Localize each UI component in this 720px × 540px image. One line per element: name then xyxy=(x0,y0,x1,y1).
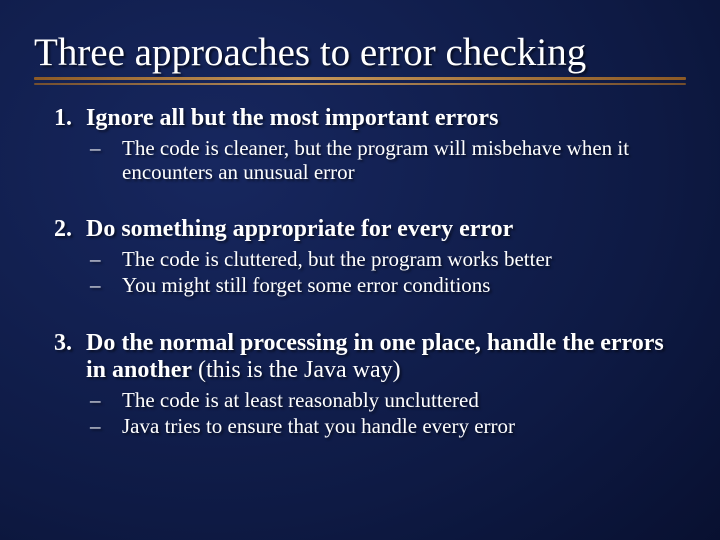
sub-list: The code is cleaner, but the program wil… xyxy=(86,136,686,184)
sub-item: Java tries to ensure that you handle eve… xyxy=(90,414,686,438)
list-item: Ignore all but the most important errors… xyxy=(78,105,686,184)
slide-title: Three approaches to error checking xyxy=(34,30,686,75)
sub-list: The code is cluttered, but the program w… xyxy=(86,247,686,297)
item-paren: (this is the Java way) xyxy=(192,357,401,383)
item-heading: Do something appropriate for every error xyxy=(86,216,513,242)
sub-item: You might still forget some error condit… xyxy=(90,273,686,297)
sub-item: The code is cleaner, but the program wil… xyxy=(90,136,686,184)
sub-item: The code is cluttered, but the program w… xyxy=(90,247,686,271)
slide: Three approaches to error checking Ignor… xyxy=(0,0,720,540)
sub-list: The code is at least reasonably unclutte… xyxy=(86,388,686,438)
list-item: Do the normal processing in one place, h… xyxy=(78,330,686,438)
sub-item: The code is at least reasonably unclutte… xyxy=(90,388,686,412)
list-item: Do something appropriate for every error… xyxy=(78,216,686,297)
item-heading: Ignore all but the most important errors xyxy=(86,105,498,131)
main-list: Ignore all but the most important errors… xyxy=(34,105,686,438)
